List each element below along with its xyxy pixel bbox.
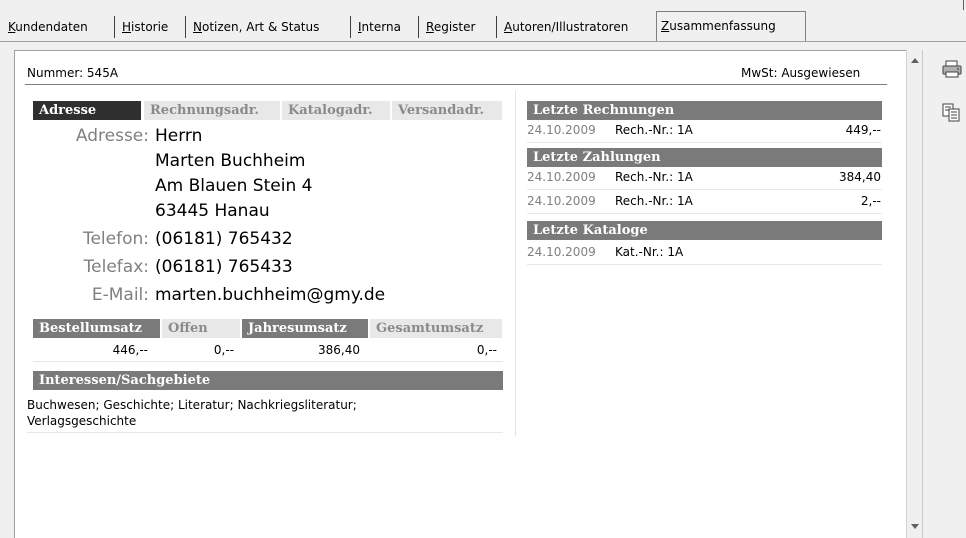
catalogs-title: Letzte Kataloge: [533, 223, 648, 238]
tab-separator: [418, 16, 419, 38]
payment-ref[interactable]: Rech.-Nr.: 1A: [615, 170, 693, 184]
invoice-amount: 449,--: [845, 123, 881, 137]
tab-label: Interna: [358, 20, 401, 34]
tab-register[interactable]: Register: [422, 14, 479, 40]
row-divider: [27, 432, 503, 433]
umsatz-header-label: Offen: [168, 321, 208, 336]
payment-amount: 384,40: [839, 170, 881, 184]
summary-panel: Nummer: 545A MwSt: Ausgewiesen Adresse R…: [14, 50, 906, 538]
address-tab-label: Versandadr.: [398, 103, 484, 118]
copy-button[interactable]: [941, 102, 963, 124]
tab-label: Historie: [122, 20, 169, 34]
tab-bar: Kundendaten Historie Notizen, Art & Stat…: [0, 0, 966, 44]
address-label: Adresse:: [75, 126, 149, 146]
vat-status: MwSt: Ausgewiesen: [741, 66, 861, 80]
address-tab-label: Adresse: [39, 103, 97, 118]
tab-separator: [350, 16, 351, 38]
fax-value: (06181) 765433: [155, 257, 293, 277]
email-label: E-Mail:: [91, 285, 149, 305]
row-divider: [527, 142, 882, 143]
umsatz-value: 0,--: [213, 343, 234, 357]
invoice-date: 24.10.2009: [527, 123, 596, 137]
phone-label: Telefon:: [82, 229, 149, 249]
umsatz-header-label: Bestellumsatz: [39, 321, 143, 336]
row-divider: [527, 264, 882, 265]
invoice-ref[interactable]: Rech.-Nr.: 1A: [615, 123, 693, 137]
invoices-header: Letzte Rechnungen: [527, 101, 882, 120]
catalog-ref[interactable]: Kat.-Nr.: 1A: [615, 245, 683, 259]
payment-date: 24.10.2009: [527, 194, 596, 208]
side-toolbar: [922, 50, 966, 538]
tab-separator: [185, 16, 186, 38]
catalogs-header: Letzte Kataloge: [527, 221, 882, 240]
address-line: Herrn: [155, 126, 203, 146]
header-divider: [25, 84, 887, 85]
printer-icon: [942, 60, 962, 78]
tab-notizen[interactable]: Notizen, Art & Status: [189, 14, 323, 40]
payment-ref[interactable]: Rech.-Nr.: 1A: [615, 194, 693, 208]
catalog-date: 24.10.2009: [527, 245, 596, 259]
interests-header: Interessen/Sachgebiete: [33, 371, 503, 390]
invoices-title: Letzte Rechnungen: [533, 103, 675, 118]
scroll-down-icon[interactable]: [911, 524, 919, 529]
tab-label: Kundendaten: [8, 20, 88, 34]
tab-autoren[interactable]: Autoren/Illustratoren: [500, 14, 632, 40]
address-tab-label: Rechnungsadr.: [150, 103, 259, 118]
tab-separator: [496, 16, 497, 38]
row-divider: [527, 189, 882, 190]
tab-label: Register: [426, 20, 476, 34]
fax-label: Telefax:: [83, 257, 149, 277]
tab-interna[interactable]: Interna: [354, 14, 405, 40]
tab-kundendaten[interactable]: Kundendaten: [4, 14, 92, 40]
payments-title: Letzte Zahlungen: [533, 150, 661, 165]
row-divider: [527, 213, 882, 214]
payment-amount: 2,--: [860, 194, 881, 208]
umsatz-header-label: Jahresumsatz: [248, 321, 347, 336]
umsatz-header-jahres: Jahresumsatz: [242, 319, 368, 338]
tab-historie[interactable]: Historie: [118, 14, 172, 40]
vertical-scrollbar[interactable]: [906, 50, 922, 538]
tab-label: Notizen, Art & Status: [193, 20, 320, 34]
umsatz-value: 386,40: [318, 343, 360, 357]
umsatz-value: 0,--: [476, 343, 497, 357]
tab-separator: [114, 16, 115, 38]
payments-header: Letzte Zahlungen: [527, 148, 882, 167]
umsatz-header-bestell: Bestellumsatz: [33, 319, 160, 338]
scroll-up-icon[interactable]: [911, 58, 919, 63]
email-link[interactable]: marten.buchheim@gmy.de: [155, 285, 385, 305]
address-line: Am Blauen Stein 4: [155, 176, 313, 196]
tab-zusammenfassung[interactable]: Zusammenfassung: [656, 11, 806, 42]
umsatz-value: 446,--: [112, 343, 148, 357]
customer-number: Nummer: 545A: [27, 66, 119, 80]
umsatz-header-gesamt: Gesamtumsatz: [370, 319, 502, 338]
tab-label: Zusammenfassung: [661, 19, 776, 33]
interests-text: Buchwesen; Geschichte; Literatur; Nachkr…: [27, 398, 357, 428]
window-edge: [963, 0, 964, 10]
interests-title: Interessen/Sachgebiete: [39, 373, 211, 388]
payment-date: 24.10.2009: [527, 170, 596, 184]
umsatz-header-label: Gesamtumsatz: [376, 321, 484, 336]
address-tab-adresse[interactable]: Adresse: [33, 101, 141, 120]
address-line: Marten Buchheim: [155, 151, 306, 171]
print-button[interactable]: [941, 58, 963, 80]
tab-label: Autoren/Illustratoren: [504, 20, 629, 34]
tab-baseline: [0, 41, 966, 42]
address-tab-label: Katalogadr.: [288, 103, 373, 118]
row-divider: [33, 361, 503, 362]
umsatz-header-offen: Offen: [162, 319, 240, 338]
address-tab-rechnung[interactable]: Rechnungsadr.: [144, 101, 280, 120]
address-tab-katalog[interactable]: Katalogadr.: [282, 101, 390, 120]
column-divider: [515, 91, 516, 436]
phone-value: (06181) 765432: [155, 229, 293, 249]
copy-icon: [942, 103, 960, 122]
address-line: 63445 Hanau: [155, 201, 270, 221]
address-tab-versand[interactable]: Versandadr.: [392, 101, 502, 120]
